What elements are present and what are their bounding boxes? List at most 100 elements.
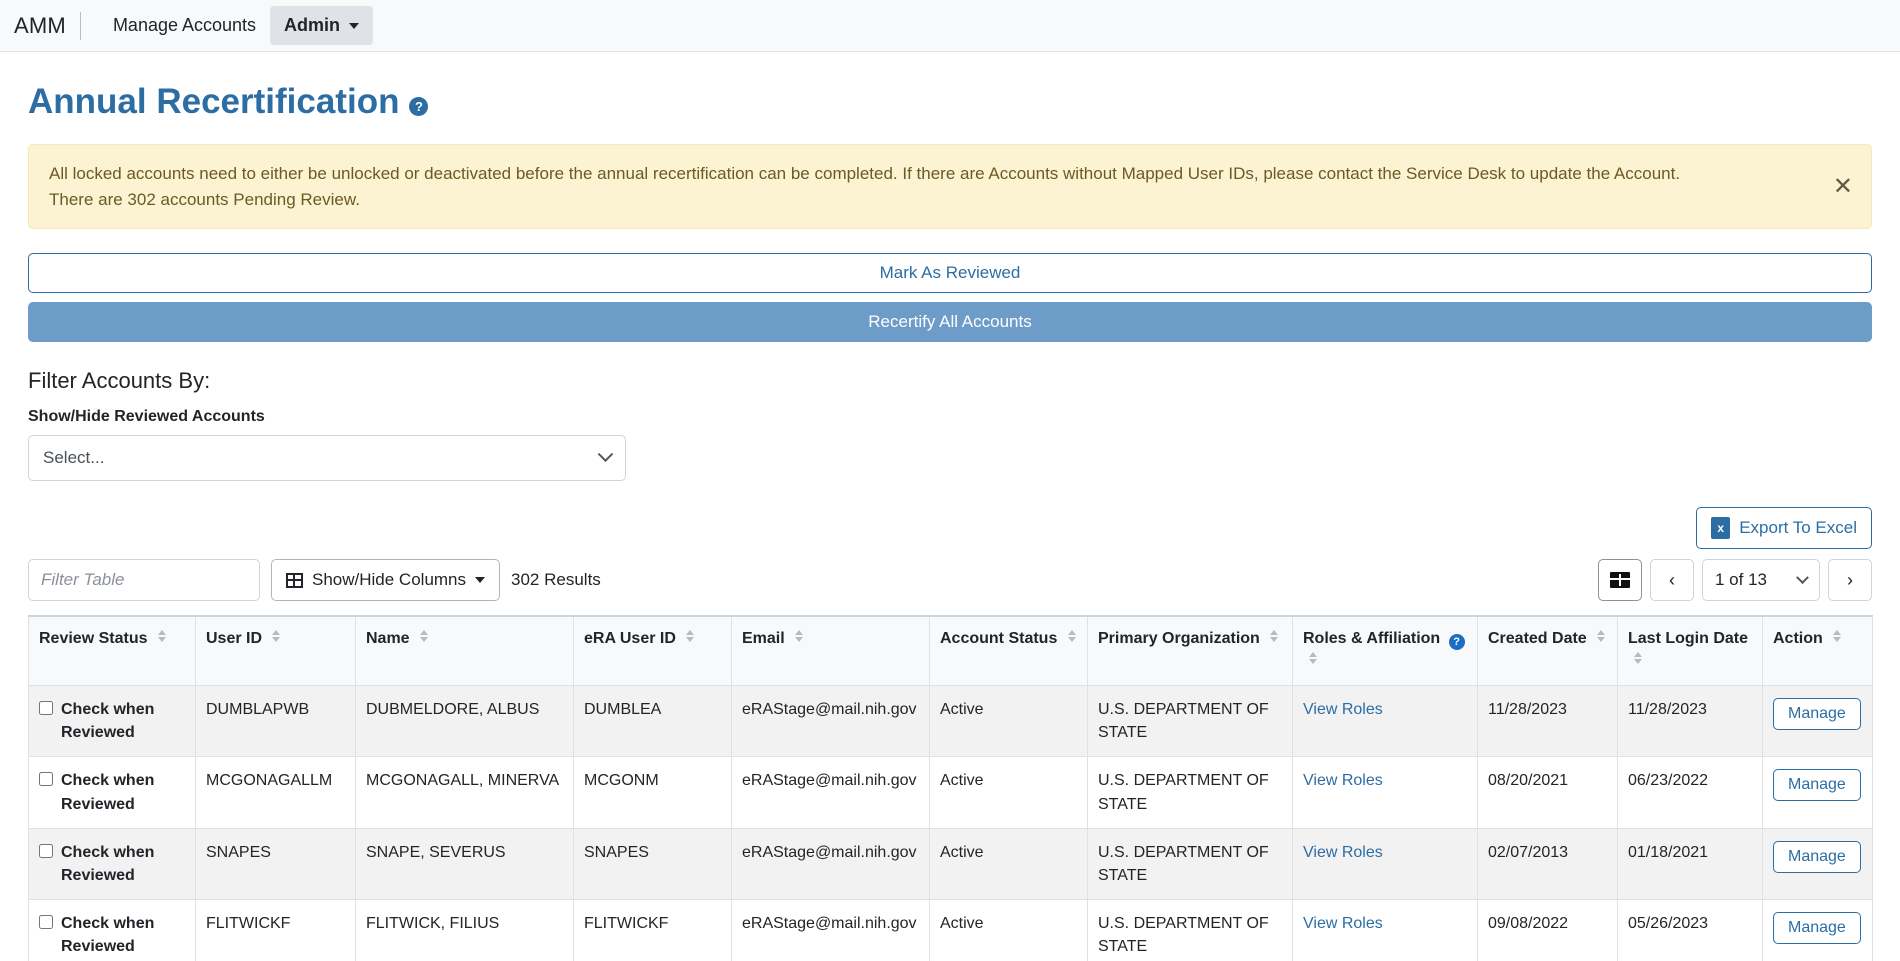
help-icon[interactable]: ? (409, 96, 429, 116)
alert-line-2: There are 302 accounts Pending Review. (49, 189, 360, 209)
grid-view-button[interactable] (1598, 559, 1642, 601)
brand-divider (79, 11, 81, 40)
review-checkbox-text: Check when Reviewed (61, 915, 155, 956)
sort-icon[interactable] (272, 630, 281, 642)
table-header-row: Review Status User ID Name eRA User ID E… (28, 615, 1873, 687)
export-to-excel-button[interactable]: x Export To Excel (1696, 507, 1872, 549)
filter-table-input[interactable] (28, 559, 260, 601)
cell-email: eRAStage@mail.nih.gov (731, 827, 930, 901)
column-header-email[interactable]: Email (731, 615, 930, 687)
close-icon[interactable]: ✕ (1833, 174, 1853, 199)
cell-name: FLITWICK, FILIUS (355, 899, 574, 961)
cell-created-date: 09/08/2022 (1477, 899, 1618, 961)
view-roles-link[interactable]: View Roles (1303, 772, 1383, 789)
cell-primary-organization: U.S. DEPARTMENT OF STATE (1087, 756, 1293, 829)
cell-era-user-id: MCGONM (573, 756, 732, 829)
sort-icon[interactable] (686, 630, 695, 642)
review-checkbox-label[interactable]: Check when Reviewed (39, 841, 185, 887)
cell-era-user-id: FLITWICKF (573, 899, 732, 961)
cell-user-id: SNAPES (195, 827, 356, 901)
column-header-review-status[interactable]: Review Status (28, 615, 196, 687)
accounts-table: Review Status User ID Name eRA User ID E… (28, 615, 1873, 961)
results-count: 302 Results (511, 570, 601, 589)
column-header-account-status[interactable]: Account Status (929, 615, 1088, 687)
column-header-action-label: Action (1773, 630, 1823, 647)
cell-roles-affiliation: View Roles (1292, 827, 1478, 901)
cell-review-status: Check when Reviewed (28, 827, 196, 901)
alert-line-1: All locked accounts need to either be un… (49, 164, 1681, 183)
recertify-all-accounts-button[interactable]: Recertify All Accounts (28, 302, 1872, 342)
column-header-created-date[interactable]: Created Date (1477, 615, 1618, 687)
nav-link-admin-label: Admin (284, 15, 341, 35)
grid-icon (1610, 572, 1630, 588)
review-checkbox[interactable] (39, 843, 53, 858)
review-checkbox-text: Check when Reviewed (61, 772, 155, 813)
column-header-user-id[interactable]: User ID (195, 615, 356, 687)
table-toolbar: Show/Hide Columns 302 Results ‹ 1 of 13 … (28, 559, 1872, 601)
cell-user-id: DUMBLAPWB (195, 685, 356, 758)
previous-page-button[interactable]: ‹ (1650, 559, 1694, 601)
manage-button[interactable]: Manage (1773, 769, 1861, 802)
cell-last-login-date: 01/18/2021 (1617, 827, 1763, 901)
review-checkbox[interactable] (39, 915, 53, 930)
column-header-era-user-id[interactable]: eRA User ID (573, 615, 732, 687)
table-row: Check when Reviewed MCGONAGALLM MCGONAGALL… (28, 756, 1873, 829)
manage-button[interactable]: Manage (1773, 698, 1861, 731)
nav-link-manage-accounts[interactable]: Manage Accounts (99, 6, 270, 45)
view-roles-link[interactable]: View Roles (1303, 915, 1383, 932)
chevron-down-icon (475, 577, 486, 583)
page-select[interactable]: 1 of 13 (1702, 559, 1820, 601)
show-hide-columns-button[interactable]: Show/Hide Columns (271, 559, 501, 601)
review-checkbox[interactable] (39, 772, 53, 787)
sort-icon[interactable] (1067, 630, 1077, 642)
cell-user-id: MCGONAGALLM (195, 756, 356, 829)
sort-icon[interactable] (1270, 630, 1279, 642)
help-icon[interactable]: ? (1448, 634, 1465, 651)
show-hide-reviewed-select-value: Select... (43, 448, 105, 467)
export-row: x Export To Excel (28, 507, 1872, 549)
column-header-last-login-date-label: Last Login Date (1628, 630, 1749, 647)
sort-icon[interactable] (420, 630, 429, 642)
cell-last-login-date: 05/26/2023 (1617, 899, 1763, 961)
alert-banner: All locked accounts need to either be un… (28, 144, 1872, 229)
cell-last-login-date: 11/28/2023 (1617, 685, 1763, 758)
page-content: Annual Recertification ? All locked acco… (0, 82, 1900, 961)
sort-icon[interactable] (1833, 630, 1842, 642)
sort-icon[interactable] (1634, 651, 1643, 664)
column-header-last-login-date[interactable]: Last Login Date (1617, 615, 1763, 687)
manage-button[interactable]: Manage (1773, 840, 1861, 873)
table-header: Review Status User ID Name eRA User ID E… (28, 615, 1873, 687)
sort-icon[interactable] (1309, 652, 1318, 665)
column-header-name[interactable]: Name (355, 615, 574, 687)
column-header-primary-organization[interactable]: Primary Organization (1087, 615, 1293, 687)
column-header-era-user-id-label: eRA User ID (584, 630, 676, 647)
table-row: Check when Reviewed FLITWICKF FLITWICK, FI… (28, 899, 1873, 961)
show-hide-reviewed-select[interactable]: Select... (28, 435, 626, 481)
nav-link-admin[interactable]: Admin (270, 6, 374, 45)
review-checkbox[interactable] (39, 701, 53, 716)
view-roles-link[interactable]: View Roles (1303, 701, 1383, 718)
manage-button[interactable]: Manage (1773, 912, 1861, 945)
cell-account-status: Active (929, 756, 1088, 829)
cell-primary-organization: U.S. DEPARTMENT OF STATE (1087, 827, 1293, 901)
review-checkbox-label[interactable]: Check when Reviewed (39, 698, 185, 744)
cell-account-status: Active (929, 685, 1088, 758)
chevron-down-icon (597, 445, 614, 462)
column-header-action[interactable]: Action (1762, 615, 1873, 687)
column-header-roles-affiliation[interactable]: Roles & Affiliation ? (1292, 615, 1478, 687)
cell-review-status: Check when Reviewed (28, 756, 196, 829)
mark-as-reviewed-button[interactable]: Mark As Reviewed (28, 253, 1872, 293)
export-to-excel-label: Export To Excel (1739, 518, 1857, 537)
sort-icon[interactable] (157, 630, 167, 642)
cell-primary-organization: U.S. DEPARTMENT OF STATE (1087, 685, 1293, 758)
review-checkbox-label[interactable]: Check when Reviewed (39, 769, 185, 815)
sort-icon[interactable] (1597, 630, 1606, 642)
review-checkbox-label[interactable]: Check when Reviewed (39, 912, 185, 958)
sort-icon[interactable] (795, 630, 804, 642)
next-page-button[interactable]: › (1828, 559, 1872, 601)
cell-review-status: Check when Reviewed (28, 899, 196, 961)
cell-name: DUBMELDORE, ALBUS (355, 685, 574, 758)
table-body: Check when Reviewed DUMBLAPWB DUBMELDORE, … (28, 685, 1873, 961)
review-checkbox-text: Check when Reviewed (61, 843, 155, 884)
view-roles-link[interactable]: View Roles (1303, 844, 1383, 861)
